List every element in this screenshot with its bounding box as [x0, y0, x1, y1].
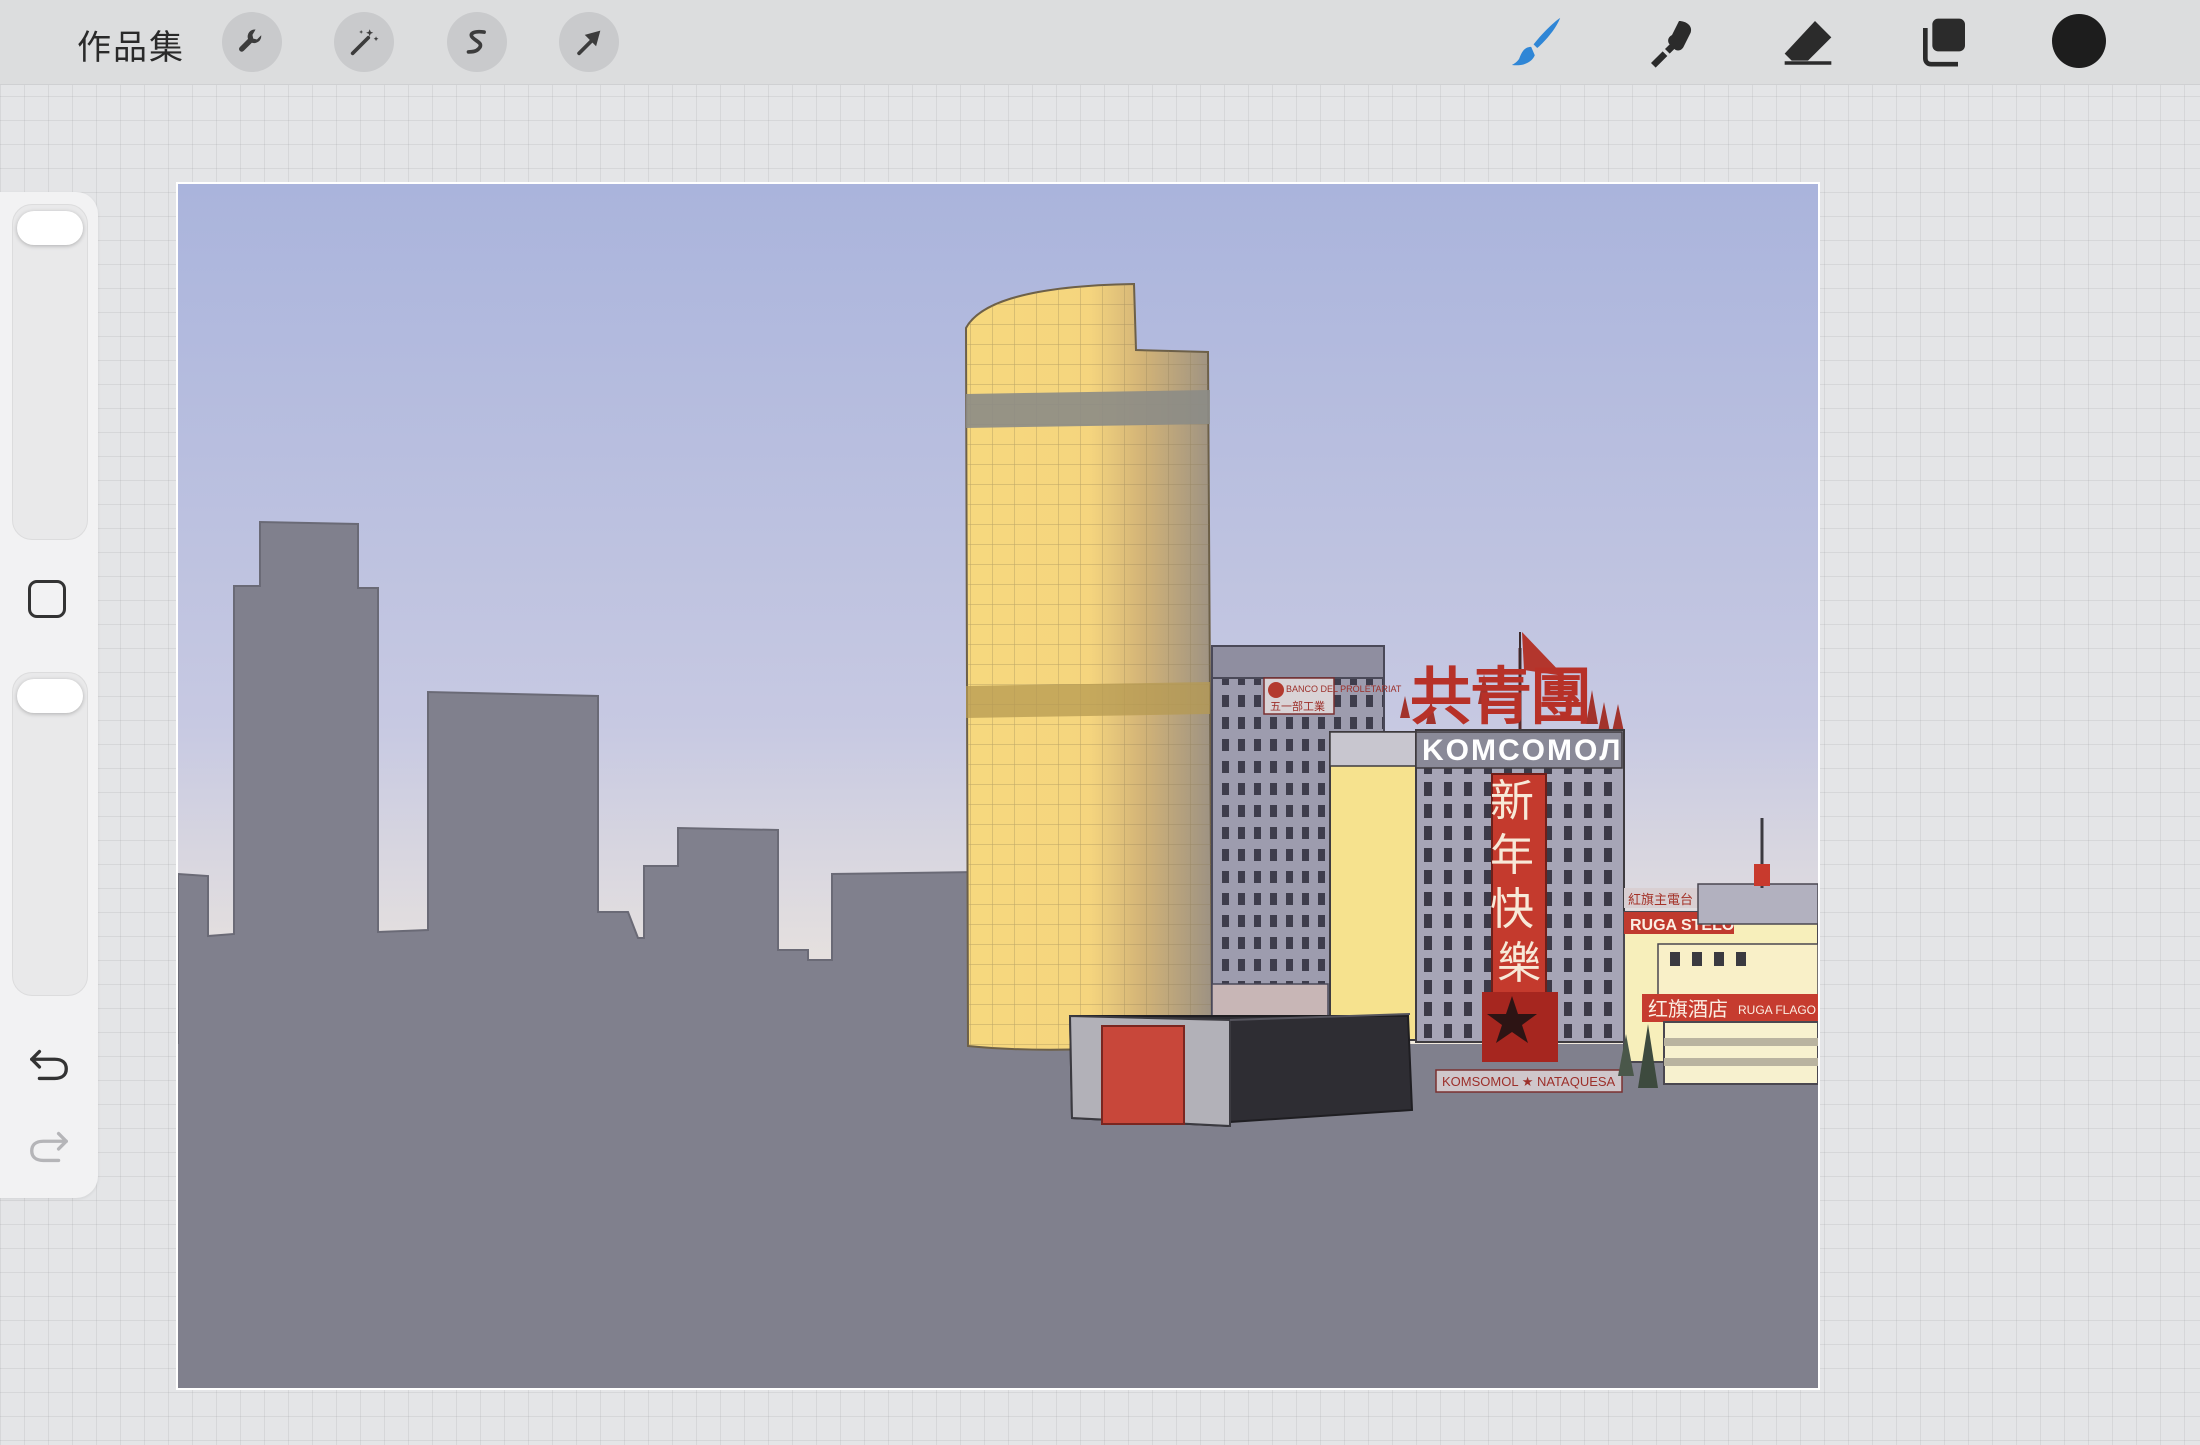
base-sign: KOMSOMOL ★ NATAQUESA	[1442, 1074, 1616, 1089]
drawing-canvas[interactable]: BANCO DEL PROLETARIAT 五一部工業 共青團 KOMCOMOЛ…	[176, 182, 1820, 1390]
smudge-icon	[1651, 21, 1692, 68]
layers-icon	[1923, 18, 1965, 67]
golden-tower	[964, 282, 1214, 1051]
banner-char-1: 新	[1490, 776, 1534, 827]
pavilion	[1068, 1013, 1414, 1128]
brush-tool-button[interactable]	[1506, 12, 1566, 72]
opacity-thumb[interactable]	[17, 679, 83, 713]
top-toolbar: 作品集	[0, 0, 2200, 85]
banner-char-3: 快	[1490, 884, 1534, 935]
wrench-icon	[239, 29, 262, 52]
banner-char-2: 年	[1490, 830, 1534, 881]
eraser-icon	[1784, 21, 1832, 65]
smudge-tool-button[interactable]	[1642, 12, 1702, 72]
redo-icon[interactable]	[26, 1124, 72, 1170]
brush-size-slider[interactable]	[12, 204, 88, 540]
banner-char-4: 樂	[1497, 938, 1541, 989]
building-name-sign: KOMCOMOЛ	[1422, 734, 1622, 767]
street-sign-4: 紅旗主電台	[1628, 892, 1693, 908]
square-modify-icon[interactable]	[28, 580, 66, 618]
magic-wand-icon	[350, 29, 379, 56]
transform-arrow-icon	[577, 30, 601, 56]
bank-sign-1: BANCO DEL PROLETARIAT	[1286, 684, 1402, 694]
opacity-slider[interactable]	[12, 672, 88, 996]
street-sign-2: 红旗酒店	[1648, 997, 1728, 1021]
sidebar	[0, 192, 98, 1198]
roof-sign: 共青團	[1410, 660, 1590, 733]
street-sign-3: RUGA FLAGO	[1738, 1003, 1816, 1017]
selection-s-icon	[466, 29, 486, 54]
eraser-tool-button[interactable]	[1778, 12, 1838, 72]
artwork: BANCO DEL PROLETARIAT 五一部工業 共青團 KOMCOMOЛ…	[178, 184, 1818, 1388]
layers-button[interactable]	[1914, 12, 1974, 72]
brush-icon	[1511, 17, 1561, 66]
actions-button[interactable]	[222, 12, 282, 72]
color-picker-button[interactable]	[2052, 14, 2106, 68]
transform-button[interactable]	[559, 12, 619, 72]
bank-sign-2: 五一部工業	[1270, 699, 1325, 713]
undo-icon[interactable]	[26, 1042, 72, 1088]
brush-size-thumb[interactable]	[17, 211, 83, 245]
radio-tower	[1754, 864, 1770, 886]
adjustments-button[interactable]	[334, 12, 394, 72]
gallery-button[interactable]: 作品集	[77, 20, 185, 69]
hammer-sickle-icon	[1268, 682, 1284, 698]
ground	[178, 1044, 1818, 1388]
selection-button[interactable]	[447, 12, 507, 72]
